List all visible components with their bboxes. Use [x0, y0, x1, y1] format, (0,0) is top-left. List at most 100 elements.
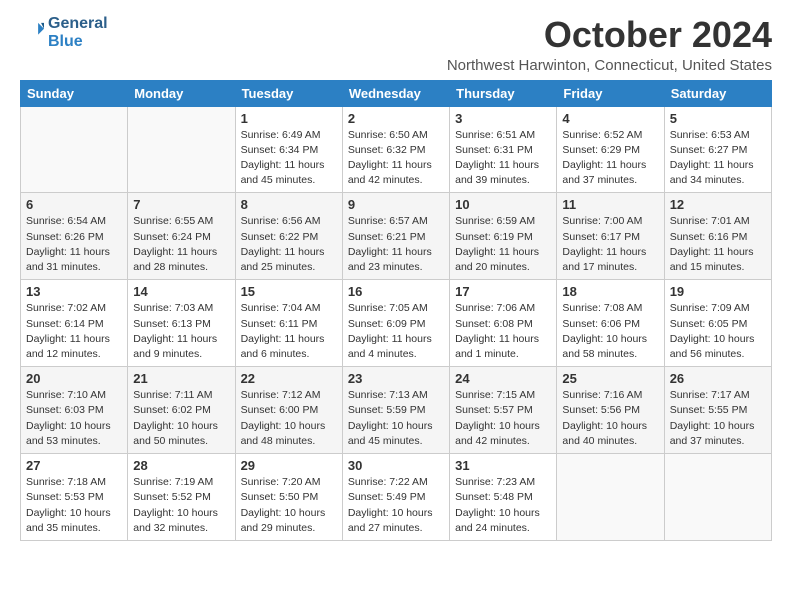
- calendar-cell: 29 Sunrise: 7:20 AMSunset: 5:50 PMDayligh…: [235, 454, 342, 541]
- weekday-header-row: SundayMondayTuesdayWednesdayThursdayFrid…: [21, 80, 772, 106]
- day-info: Sunrise: 7:03 AMSunset: 6:13 PMDaylight:…: [133, 301, 229, 362]
- calendar-cell: 16Sunrise: 7:05 AMSunset: 6:09 PMDayligh…: [342, 280, 449, 367]
- day-info: Sunrise: 7:15 AMSunset: 5:57 PMDaylight:…: [455, 388, 551, 449]
- day-info: Sunrise: 7:13 AMSunset: 5:59 PMDaylight:…: [348, 388, 444, 449]
- week-row-1: 1 Sunrise: 6:49 AMSunset: 6:34 PMDaylight…: [21, 106, 772, 193]
- calendar-cell: 8 Sunrise: 6:56 AMSunset: 6:22 PMDaylight…: [235, 193, 342, 280]
- day-number: 2: [348, 111, 444, 126]
- day-info: Sunrise: 6:55 AMSunset: 6:24 PMDaylight:…: [133, 214, 229, 275]
- calendar-cell: 14 Sunrise: 7:03 AMSunset: 6:13 PMDayligh…: [128, 280, 235, 367]
- day-info: Sunrise: 7:18 AMSunset: 5:53 PMDaylight:…: [26, 475, 122, 536]
- week-row-3: 13 Sunrise: 7:02 AMSunset: 6:14 PMDayligh…: [21, 280, 772, 367]
- day-info: Sunrise: 7:08 AMSunset: 6:06 PMDaylight:…: [562, 301, 658, 362]
- day-number: 9: [348, 197, 444, 212]
- day-info: Sunrise: 7:22 AMSunset: 5:49 PMDaylight:…: [348, 475, 444, 536]
- day-number: 30: [348, 458, 444, 473]
- day-number: 15: [241, 284, 337, 299]
- calendar-cell: 22 Sunrise: 7:12 AMSunset: 6:00 PMDayligh…: [235, 367, 342, 454]
- calendar-cell: 30 Sunrise: 7:22 AMSunset: 5:49 PMDayligh…: [342, 454, 449, 541]
- day-number: 3: [455, 111, 551, 126]
- month-title: October 2024: [447, 15, 772, 55]
- day-number: 14: [133, 284, 229, 299]
- calendar-cell: 5Sunrise: 6:53 AMSunset: 6:27 PMDaylight…: [664, 106, 771, 193]
- calendar-cell: 1 Sunrise: 6:49 AMSunset: 6:34 PMDaylight…: [235, 106, 342, 193]
- day-number: 23: [348, 371, 444, 386]
- day-number: 8: [241, 197, 337, 212]
- calendar-cell: 11Sunrise: 7:00 AMSunset: 6:17 PMDayligh…: [557, 193, 664, 280]
- day-info: Sunrise: 6:51 AMSunset: 6:31 PMDaylight:…: [455, 128, 551, 189]
- day-number: 10: [455, 197, 551, 212]
- calendar-body: 1 Sunrise: 6:49 AMSunset: 6:34 PMDaylight…: [21, 106, 772, 540]
- day-number: 18: [562, 284, 658, 299]
- day-number: 28: [133, 458, 229, 473]
- calendar-cell: [21, 106, 128, 193]
- weekday-wednesday: Wednesday: [342, 80, 449, 106]
- day-info: Sunrise: 7:05 AMSunset: 6:09 PMDaylight:…: [348, 301, 444, 362]
- calendar-cell: 24 Sunrise: 7:15 AMSunset: 5:57 PMDayligh…: [450, 367, 557, 454]
- week-row-5: 27 Sunrise: 7:18 AMSunset: 5:53 PMDayligh…: [21, 454, 772, 541]
- day-info: Sunrise: 6:49 AMSunset: 6:34 PMDaylight:…: [241, 128, 337, 189]
- logo-icon: [22, 20, 44, 42]
- calendar-cell: 27 Sunrise: 7:18 AMSunset: 5:53 PMDayligh…: [21, 454, 128, 541]
- day-info: Sunrise: 6:56 AMSunset: 6:22 PMDaylight:…: [241, 214, 337, 275]
- day-info: Sunrise: 7:23 AMSunset: 5:48 PMDaylight:…: [455, 475, 551, 536]
- day-info: Sunrise: 7:10 AMSunset: 6:03 PMDaylight:…: [26, 388, 122, 449]
- calendar-cell: 26Sunrise: 7:17 AMSunset: 5:55 PMDayligh…: [664, 367, 771, 454]
- day-number: 13: [26, 284, 122, 299]
- calendar-cell: 6Sunrise: 6:54 AMSunset: 6:26 PMDaylight…: [21, 193, 128, 280]
- day-number: 12: [670, 197, 766, 212]
- day-info: Sunrise: 6:57 AMSunset: 6:21 PMDaylight:…: [348, 214, 444, 275]
- logo-blue: Blue: [48, 33, 108, 51]
- weekday-monday: Monday: [128, 80, 235, 106]
- day-info: Sunrise: 7:19 AMSunset: 5:52 PMDaylight:…: [133, 475, 229, 536]
- day-number: 26: [670, 371, 766, 386]
- calendar-cell: 13 Sunrise: 7:02 AMSunset: 6:14 PMDayligh…: [21, 280, 128, 367]
- day-info: Sunrise: 7:01 AMSunset: 6:16 PMDaylight:…: [670, 214, 766, 275]
- day-number: 27: [26, 458, 122, 473]
- calendar-cell: 15 Sunrise: 7:04 AMSunset: 6:11 PMDayligh…: [235, 280, 342, 367]
- day-number: 22: [241, 371, 337, 386]
- page: General Blue October 2024 Northwest Harw…: [0, 0, 792, 561]
- calendar-cell: 18 Sunrise: 7:08 AMSunset: 6:06 PMDayligh…: [557, 280, 664, 367]
- calendar-cell: [664, 454, 771, 541]
- day-number: 19: [670, 284, 766, 299]
- day-number: 29: [241, 458, 337, 473]
- calendar-cell: 12 Sunrise: 7:01 AMSunset: 6:16 PMDayligh…: [664, 193, 771, 280]
- day-number: 7: [133, 197, 229, 212]
- day-info: Sunrise: 7:20 AMSunset: 5:50 PMDaylight:…: [241, 475, 337, 536]
- day-info: Sunrise: 6:54 AMSunset: 6:26 PMDaylight:…: [26, 214, 122, 275]
- weekday-thursday: Thursday: [450, 80, 557, 106]
- calendar-header: SundayMondayTuesdayWednesdayThursdayFrid…: [21, 80, 772, 106]
- day-number: 24: [455, 371, 551, 386]
- day-number: 11: [562, 197, 658, 212]
- day-info: Sunrise: 7:04 AMSunset: 6:11 PMDaylight:…: [241, 301, 337, 362]
- calendar-cell: [557, 454, 664, 541]
- day-number: 1: [241, 111, 337, 126]
- calendar-cell: 4Sunrise: 6:52 AMSunset: 6:29 PMDaylight…: [557, 106, 664, 193]
- day-info: Sunrise: 6:59 AMSunset: 6:19 PMDaylight:…: [455, 214, 551, 275]
- calendar-cell: 31Sunrise: 7:23 AMSunset: 5:48 PMDayligh…: [450, 454, 557, 541]
- day-info: Sunrise: 7:06 AMSunset: 6:08 PMDaylight:…: [455, 301, 551, 362]
- week-row-2: 6Sunrise: 6:54 AMSunset: 6:26 PMDaylight…: [21, 193, 772, 280]
- calendar-cell: 21Sunrise: 7:11 AMSunset: 6:02 PMDayligh…: [128, 367, 235, 454]
- title-area: October 2024 Northwest Harwinton, Connec…: [447, 15, 772, 74]
- day-number: 4: [562, 111, 658, 126]
- location: Northwest Harwinton, Connecticut, United…: [447, 57, 772, 74]
- day-number: 20: [26, 371, 122, 386]
- calendar-cell: 10 Sunrise: 6:59 AMSunset: 6:19 PMDayligh…: [450, 193, 557, 280]
- header: General Blue October 2024 Northwest Harw…: [20, 15, 772, 74]
- logo-general: General: [48, 15, 108, 33]
- day-info: Sunrise: 7:02 AMSunset: 6:14 PMDaylight:…: [26, 301, 122, 362]
- day-number: 17: [455, 284, 551, 299]
- day-info: Sunrise: 6:53 AMSunset: 6:27 PMDaylight:…: [670, 128, 766, 189]
- weekday-sunday: Sunday: [21, 80, 128, 106]
- calendar-cell: 28 Sunrise: 7:19 AMSunset: 5:52 PMDayligh…: [128, 454, 235, 541]
- calendar-cell: 17 Sunrise: 7:06 AMSunset: 6:08 PMDayligh…: [450, 280, 557, 367]
- day-info: Sunrise: 6:50 AMSunset: 6:32 PMDaylight:…: [348, 128, 444, 189]
- calendar-cell: 23 Sunrise: 7:13 AMSunset: 5:59 PMDayligh…: [342, 367, 449, 454]
- weekday-tuesday: Tuesday: [235, 80, 342, 106]
- day-number: 21: [133, 371, 229, 386]
- weekday-saturday: Saturday: [664, 80, 771, 106]
- weekday-friday: Friday: [557, 80, 664, 106]
- day-info: Sunrise: 7:12 AMSunset: 6:00 PMDaylight:…: [241, 388, 337, 449]
